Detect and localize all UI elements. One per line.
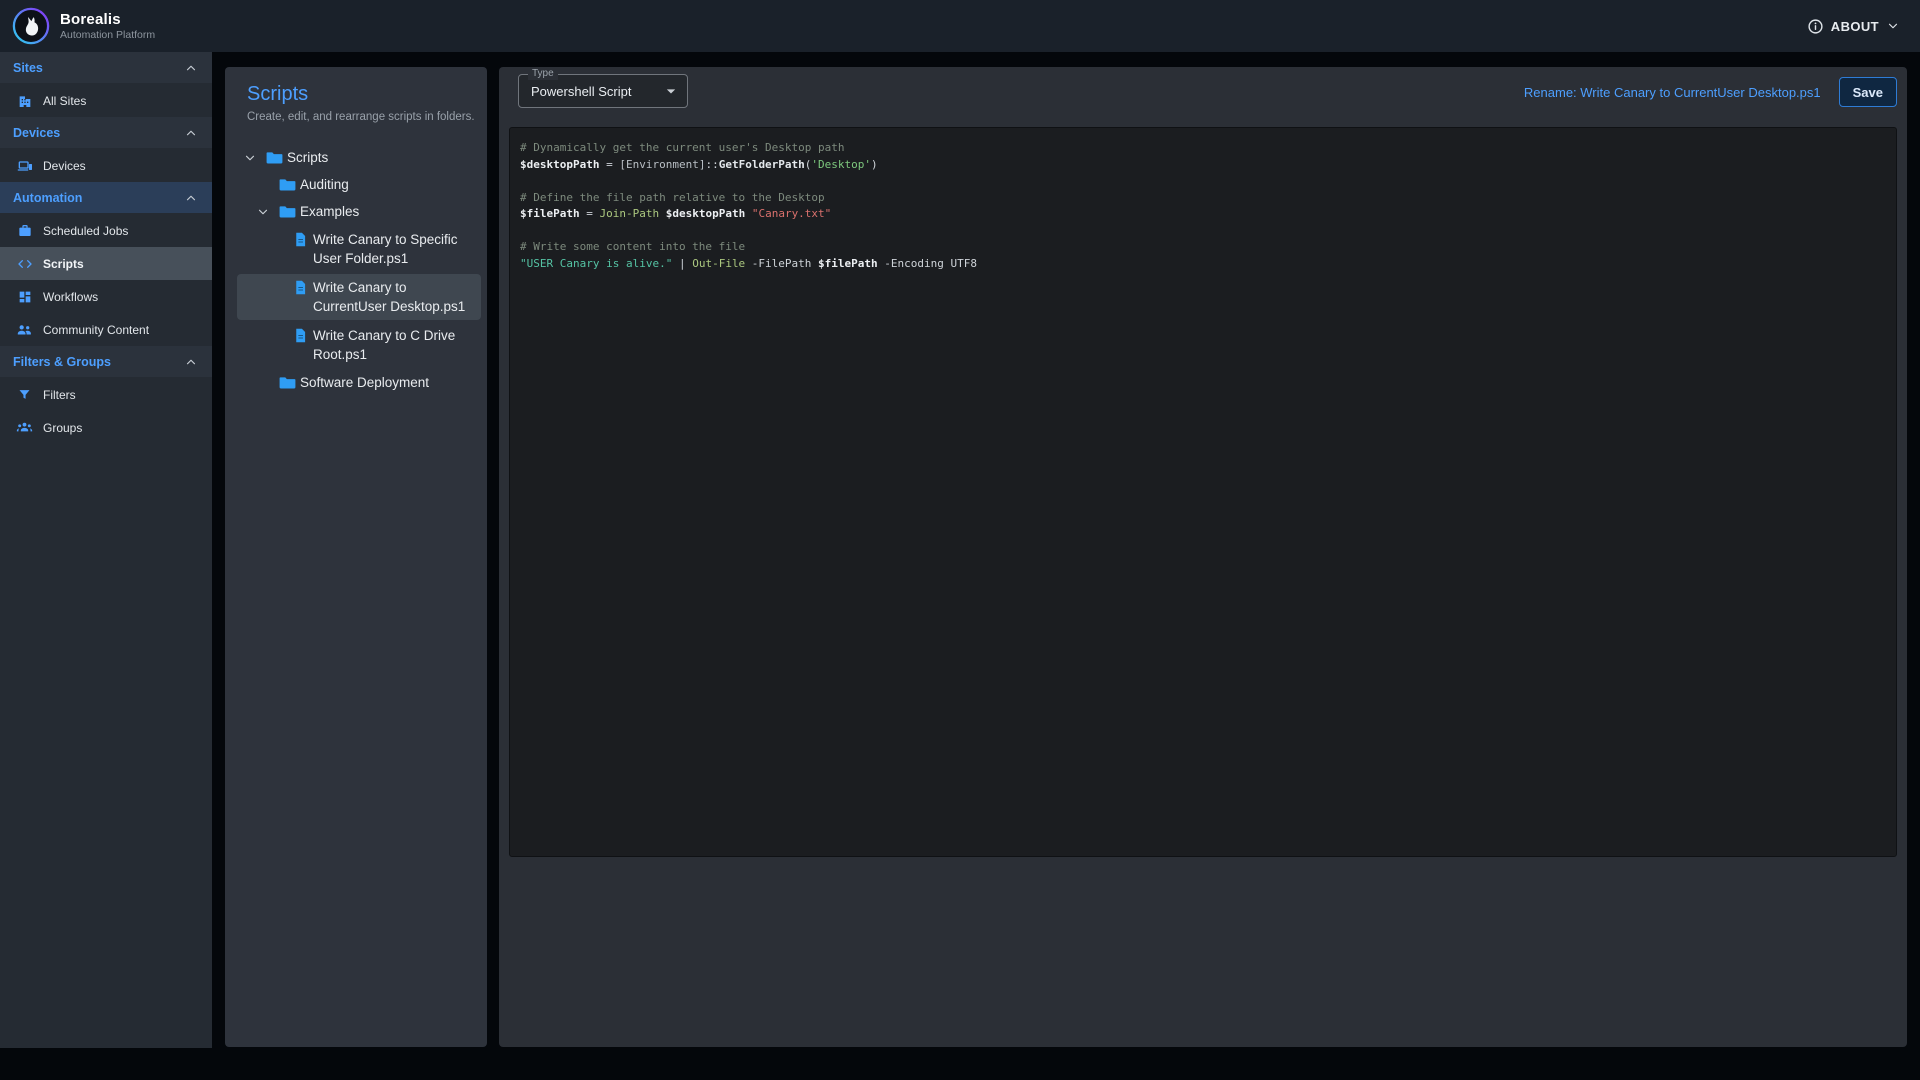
file-icon [287, 326, 313, 345]
devices-icon [16, 158, 33, 174]
tree-item-label: Scripts [287, 148, 328, 167]
workflows-icon [16, 289, 33, 305]
folder-icon [274, 175, 300, 194]
editor-panel: Type Powershell Script Rename: Write Can… [499, 67, 1907, 1047]
groups-icon [16, 419, 33, 436]
tree-file-write-canary-to-c-drive-root-ps1[interactable]: Write Canary to C Drive Root.ps1 [237, 322, 481, 368]
file-icon [287, 230, 313, 249]
sidebar-item-label: Community Content [43, 323, 149, 337]
chevron-up-icon [184, 126, 198, 140]
community-icon [16, 321, 33, 338]
borealis-logo-icon [12, 7, 50, 45]
topbar: Borealis Automation Platform ABOUT [0, 0, 1920, 52]
sidebar-section-label: Devices [13, 126, 60, 140]
sidebar-item-label: All Sites [43, 94, 86, 108]
code-line-5: $filePath = Join-Path $desktopPath "Cana… [520, 206, 1886, 223]
scripts-panel-subtitle: Create, edit, and rearrange scripts in f… [247, 111, 487, 123]
chevron-slot [265, 230, 287, 249]
sidebar-section-automation[interactable]: Automation [0, 182, 212, 213]
sidebar-section-sites[interactable]: Sites [0, 52, 212, 83]
scripts-icon [16, 256, 33, 272]
save-button[interactable]: Save [1839, 77, 1897, 107]
chevron-up-icon [184, 355, 198, 369]
sidebar-item-all-sites[interactable]: All Sites [0, 84, 212, 117]
type-select-value: Powershell Script [531, 84, 653, 99]
sidebar-item-groups[interactable]: Groups [0, 411, 212, 444]
sidebar-item-label: Scheduled Jobs [43, 224, 128, 238]
sidebar-item-workflows[interactable]: Workflows [0, 280, 212, 313]
code-line-1: # Dynamically get the current user's Des… [520, 140, 1886, 157]
brand-text: Borealis Automation Platform [60, 11, 155, 41]
tree-item-label: Software Deployment [300, 373, 429, 392]
chevron-slot [252, 373, 274, 392]
folder-icon [274, 202, 300, 221]
sidebar-item-label: Groups [43, 421, 82, 435]
tree-folder-examples[interactable]: Examples [237, 199, 481, 224]
sidebar-section-label: Sites [13, 61, 43, 75]
tree-item-label: Write Canary to CurrentUser Desktop.ps1 [313, 278, 477, 316]
folder-icon [261, 148, 287, 167]
sidebar: Sites All Sites Devices Devices Automation Sc… [0, 52, 212, 1048]
tree-item-label: Write Canary to Specific User Folder.ps1 [313, 230, 477, 268]
sidebar-item-community-content[interactable]: Community Content [0, 313, 212, 346]
brand-name: Borealis [60, 11, 155, 28]
script-type-select[interactable]: Type Powershell Script [518, 74, 688, 108]
scripts-panel: Scripts Create, edit, and rearrange scri… [225, 67, 487, 1047]
dropdown-arrow-icon [661, 81, 681, 101]
sidebar-item-label: Filters [43, 388, 76, 402]
scheduled-jobs-icon [16, 223, 33, 239]
tree-file-write-canary-to-specific-user-folder-ps1[interactable]: Write Canary to Specific User Folder.ps1 [237, 226, 481, 272]
chevron-slot [265, 326, 287, 345]
chevron-down-icon[interactable] [252, 202, 274, 221]
chevron-up-icon [184, 191, 198, 205]
tree-item-label: Examples [300, 202, 359, 221]
tree-item-label: Write Canary to C Drive Root.ps1 [313, 326, 477, 364]
code-line-6 [520, 223, 1886, 240]
app-root: Borealis Automation Platform ABOUT Sites… [0, 0, 1920, 1080]
chevron-slot [252, 175, 274, 194]
code-line-4: # Define the file path relative to the D… [520, 190, 1886, 207]
code-editor[interactable]: # Dynamically get the current user's Des… [509, 127, 1897, 857]
code-line-2: $desktopPath = [Environment]::GetFolderP… [520, 157, 1886, 174]
chevron-slot [265, 278, 287, 297]
rename-link[interactable]: Rename: Write Canary to CurrentUser Desk… [1524, 85, 1821, 100]
chevron-up-icon [184, 61, 198, 75]
about-label: ABOUT [1831, 19, 1879, 34]
sites-icon [16, 93, 33, 109]
sidebar-item-scheduled-jobs[interactable]: Scheduled Jobs [0, 214, 212, 247]
folder-icon [274, 373, 300, 392]
sidebar-section-label: Filters & Groups [13, 355, 111, 369]
brand-subtitle: Automation Platform [60, 29, 155, 41]
chevron-down-icon [1886, 19, 1900, 33]
sidebar-section-label: Automation [13, 191, 82, 205]
sidebar-item-label: Devices [43, 159, 86, 173]
info-icon [1807, 18, 1824, 35]
chevron-down-icon[interactable] [239, 148, 261, 167]
sidebar-item-scripts[interactable]: Scripts [0, 247, 212, 280]
file-icon [287, 278, 313, 297]
brand: Borealis Automation Platform [12, 7, 155, 45]
tree-item-label: Auditing [300, 175, 349, 194]
tree-folder-scripts[interactable]: Scripts [237, 145, 481, 170]
sidebar-section-devices[interactable]: Devices [0, 117, 212, 148]
code-line-7: # Write some content into the file [520, 239, 1886, 256]
type-select-label: Type [528, 68, 558, 80]
sidebar-item-label: Workflows [43, 290, 98, 304]
sidebar-section-filters-groups[interactable]: Filters & Groups [0, 346, 212, 377]
scripts-panel-title: Scripts [247, 83, 487, 106]
sidebar-item-label: Scripts [43, 257, 84, 271]
code-line-3 [520, 173, 1886, 190]
sidebar-item-devices[interactable]: Devices [0, 149, 212, 182]
about-menu[interactable]: ABOUT [1807, 18, 1900, 35]
tree-folder-auditing[interactable]: Auditing [237, 172, 481, 197]
sidebar-item-filters[interactable]: Filters [0, 378, 212, 411]
code-line-8: "USER Canary is alive." | Out-File -File… [520, 256, 1886, 273]
tree-folder-software-deployment[interactable]: Software Deployment [237, 370, 481, 395]
scripts-tree: Scripts Auditing Examples Write Canary to S… [225, 145, 487, 395]
filters-icon [16, 387, 33, 402]
tree-file-write-canary-to-currentuser-desktop-ps1[interactable]: Write Canary to CurrentUser Desktop.ps1 [237, 274, 481, 320]
editor-header-actions: Rename: Write Canary to CurrentUser Desk… [1524, 77, 1897, 107]
